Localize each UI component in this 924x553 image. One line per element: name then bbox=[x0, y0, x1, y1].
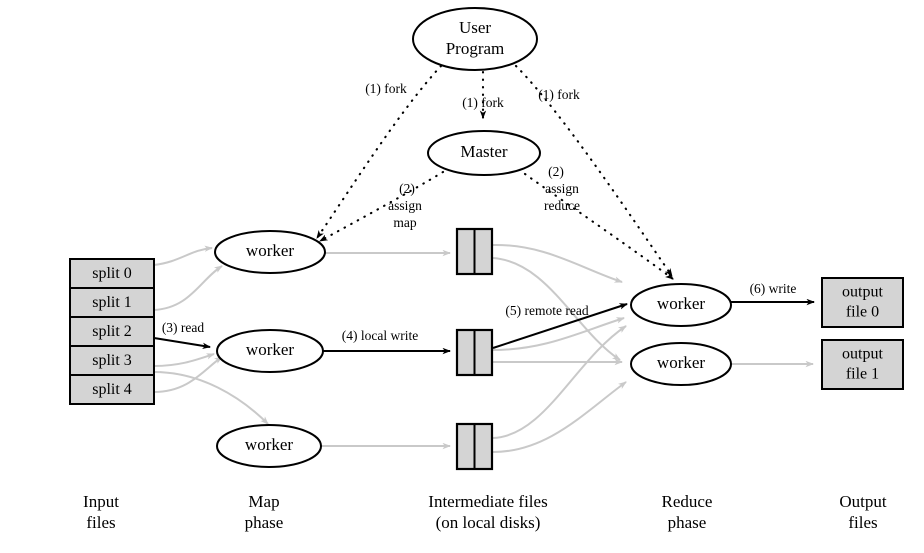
edge-label-fork-center: (1) fork bbox=[462, 95, 504, 110]
map-worker-1[interactable]: worker bbox=[216, 329, 324, 373]
input-split-label-4: split 4 bbox=[92, 381, 132, 398]
user-program-label-line2: Program bbox=[446, 39, 505, 58]
input-split-label-0: split 0 bbox=[92, 265, 132, 282]
phase-label-1-line1: Map bbox=[248, 492, 279, 511]
edge-label-assign-reduce-l1: assign bbox=[545, 181, 579, 196]
edge-label-remote-read: (5) remote read bbox=[505, 303, 588, 318]
reduce-worker-label-0: worker bbox=[657, 294, 705, 313]
edge-label-assign-map-num: (2) bbox=[399, 181, 415, 196]
edge-label-assign-reduce-num: (2) bbox=[548, 164, 564, 179]
edge-label-assign-map-l1: assign bbox=[388, 198, 422, 213]
phase-label-3-line2: phase bbox=[668, 513, 707, 532]
phase-label-3-line1: Reduce bbox=[662, 492, 713, 511]
output-file-label-0-line1: output bbox=[842, 284, 883, 301]
input-split-label-1: split 1 bbox=[92, 294, 132, 311]
map-worker-2[interactable]: worker bbox=[216, 424, 322, 468]
map-worker-label-1: worker bbox=[246, 340, 294, 359]
input-split-label-3: split 3 bbox=[92, 352, 132, 369]
reduce-worker-1[interactable]: worker bbox=[630, 342, 732, 386]
phase-label-1-line2: phase bbox=[245, 513, 284, 532]
input-split-label-2: split 2 bbox=[92, 323, 132, 340]
edge-read bbox=[153, 337, 211, 349]
output-file-label-1-line1: output bbox=[842, 346, 883, 363]
intermediate-to-reduce-edges bbox=[492, 243, 627, 453]
output-file-1[interactable]: output file 1 bbox=[821, 339, 904, 390]
phase-label-2-line2: (on local disks) bbox=[436, 513, 541, 532]
edge-label-read: (3) read bbox=[162, 320, 205, 335]
edge-label-write: (6) write bbox=[750, 281, 797, 296]
phase-label-2-line1: Intermediate files bbox=[428, 492, 547, 511]
map-worker-label-0: worker bbox=[246, 241, 294, 260]
edge-inter3-reduce1 bbox=[492, 325, 627, 439]
edge-label-fork-left: (1) fork bbox=[365, 81, 407, 96]
phase-label-group: Input files Map phase Intermediate files… bbox=[83, 492, 887, 532]
map-worker-label-2: worker bbox=[245, 435, 293, 454]
map-worker-0[interactable]: worker bbox=[214, 230, 326, 274]
edge-split-worker3 bbox=[153, 371, 269, 425]
edge-inter2-reduce1 bbox=[492, 317, 625, 351]
phase-label-0-line1: Input bbox=[83, 492, 119, 511]
output-file-label-1-line2: file 1 bbox=[846, 366, 879, 383]
user-program-label-line1: User bbox=[459, 18, 491, 37]
output-file-label-0-line2: file 0 bbox=[846, 304, 879, 321]
phase-label-4-line1: Output bbox=[839, 492, 887, 511]
mapreduce-diagram: split 0 split 1 split 2 split 3 split 4 … bbox=[0, 0, 924, 553]
phase-label-4-line2: files bbox=[848, 513, 877, 532]
edge-split0-worker1 bbox=[153, 245, 213, 266]
master-label: Master bbox=[460, 142, 508, 161]
edge-inter1-reduce1 bbox=[492, 243, 623, 283]
intermediate-file-0[interactable] bbox=[455, 227, 494, 276]
reduce-worker-label-1: worker bbox=[657, 353, 705, 372]
intermediate-file-1[interactable] bbox=[455, 328, 494, 377]
edge-split1-worker1 bbox=[153, 265, 223, 311]
edge-label-local-write: (4) local write bbox=[342, 328, 418, 343]
reduce-worker-0[interactable]: worker bbox=[630, 283, 732, 327]
master-node[interactable]: Master bbox=[427, 130, 541, 176]
edge-split3-worker2 bbox=[153, 353, 215, 367]
output-file-0[interactable]: output file 0 bbox=[821, 277, 904, 328]
input-files-group: split 0 split 1 split 2 split 3 split 4 bbox=[69, 258, 155, 405]
edge-inter3-reduce2 bbox=[492, 381, 627, 453]
edge-label-assign-reduce-l2: reduce bbox=[544, 198, 580, 213]
user-program-node[interactable]: User Program bbox=[412, 7, 538, 71]
edge-label-fork-right: (1) fork bbox=[538, 87, 580, 102]
map-to-intermediate-edges bbox=[321, 249, 451, 450]
intermediate-file-2[interactable] bbox=[455, 422, 494, 471]
diagram-canvas: split 0 split 1 split 2 split 3 split 4 … bbox=[69, 7, 904, 532]
phase-label-0-line2: files bbox=[86, 513, 115, 532]
edge-label-assign-map-l2: map bbox=[393, 215, 416, 230]
